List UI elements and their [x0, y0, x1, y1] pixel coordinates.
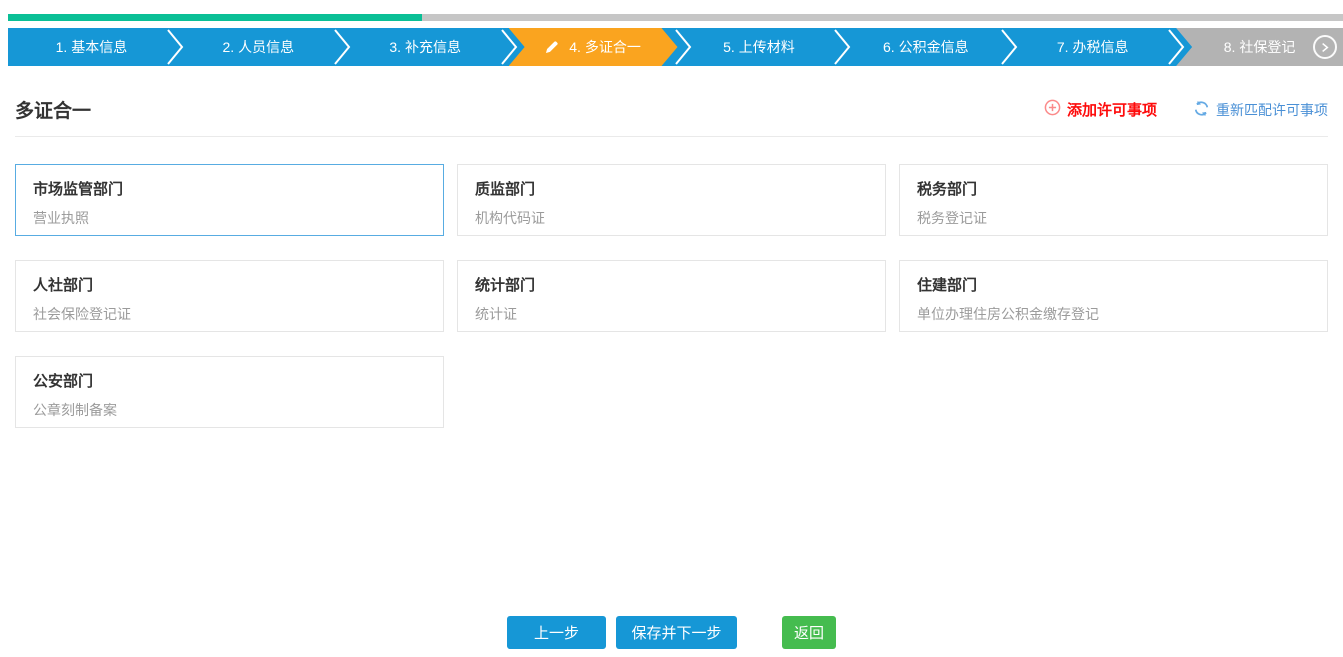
step-upload-materials[interactable]: 5. 上传材料: [676, 28, 843, 66]
add-license-label: 添加许可事项: [1067, 99, 1157, 120]
title-divider: [15, 136, 1328, 137]
add-license-link[interactable]: 添加许可事项: [1044, 99, 1157, 120]
card-department: 统计部门: [475, 274, 868, 295]
license-card[interactable]: 税务部门 税务登记证: [899, 164, 1328, 236]
step-supplementary-info[interactable]: 3. 补充信息: [342, 28, 509, 66]
footer-actions: 上一步 保存并下一步 返回: [0, 616, 1343, 649]
license-card[interactable]: 公安部门 公章刻制备案: [15, 356, 444, 428]
card-certificate: 单位办理住房公积金缴存登记: [917, 304, 1310, 324]
progress-fill: [8, 14, 422, 21]
step-label: 8. 社保登记: [1224, 37, 1296, 57]
card-certificate: 机构代码证: [475, 208, 868, 228]
card-certificate: 营业执照: [33, 208, 426, 228]
step-wizard: 1. 基本信息 2. 人员信息 3. 补充信息 4. 多证合一 5. 上传材料 …: [8, 28, 1343, 66]
license-card[interactable]: 质监部门 机构代码证: [457, 164, 886, 236]
previous-step-button[interactable]: 上一步: [507, 616, 606, 649]
step-personnel-info[interactable]: 2. 人员信息: [175, 28, 342, 66]
main-content: 多证合一 添加许可事项 重新匹配许可事项 市场监管部门 营业执照 质监部门 机构…: [0, 96, 1343, 428]
card-department: 住建部门: [917, 274, 1310, 295]
rematch-license-link[interactable]: 重新匹配许可事项: [1193, 100, 1328, 120]
license-card[interactable]: 市场监管部门 营业执照: [15, 164, 444, 236]
step-label: 5. 上传材料: [723, 37, 795, 57]
card-department: 公安部门: [33, 370, 426, 391]
card-department: 质监部门: [475, 178, 868, 199]
save-and-next-button[interactable]: 保存并下一步: [616, 616, 737, 649]
rematch-license-label: 重新匹配许可事项: [1216, 100, 1328, 120]
step-basic-info[interactable]: 1. 基本信息: [8, 28, 175, 66]
plus-circle-icon: [1044, 99, 1061, 120]
card-certificate: 公章刻制备案: [33, 400, 426, 420]
wizard-progress-track: [8, 14, 1343, 21]
edit-icon: [543, 39, 560, 56]
step-label: 1. 基本信息: [56, 37, 128, 57]
license-card-grid: 市场监管部门 营业执照 质监部门 机构代码证 税务部门 税务登记证 人社部门 社…: [15, 164, 1328, 428]
card-department: 人社部门: [33, 274, 426, 295]
card-department: 税务部门: [917, 178, 1310, 199]
step-label: 3. 补充信息: [389, 37, 461, 57]
license-card[interactable]: 住建部门 单位办理住房公积金缴存登记: [899, 260, 1328, 332]
step-label: 4. 多证合一: [569, 37, 641, 57]
title-row: 多证合一 添加许可事项 重新匹配许可事项: [15, 96, 1328, 123]
step-social-security[interactable]: 8. 社保登记: [1176, 28, 1343, 66]
more-steps-icon[interactable]: [1313, 35, 1337, 59]
card-department: 市场监管部门: [33, 178, 426, 199]
step-label: 6. 公积金信息: [883, 37, 969, 57]
license-card[interactable]: 人社部门 社会保险登记证: [15, 260, 444, 332]
card-certificate: 统计证: [475, 304, 868, 324]
page-title: 多证合一: [15, 96, 91, 123]
step-label: 7. 办税信息: [1057, 37, 1129, 57]
card-certificate: 税务登记证: [917, 208, 1310, 228]
step-provident-fund-info[interactable]: 6. 公积金信息: [842, 28, 1009, 66]
header-actions: 添加许可事项 重新匹配许可事项: [1044, 99, 1328, 120]
step-multi-certificate[interactable]: 4. 多证合一: [509, 28, 676, 66]
license-card[interactable]: 统计部门 统计证: [457, 260, 886, 332]
refresh-icon: [1193, 100, 1210, 120]
card-certificate: 社会保险登记证: [33, 304, 426, 324]
step-tax-info[interactable]: 7. 办税信息: [1009, 28, 1176, 66]
step-label: 2. 人员信息: [223, 37, 295, 57]
back-button[interactable]: 返回: [782, 616, 836, 649]
